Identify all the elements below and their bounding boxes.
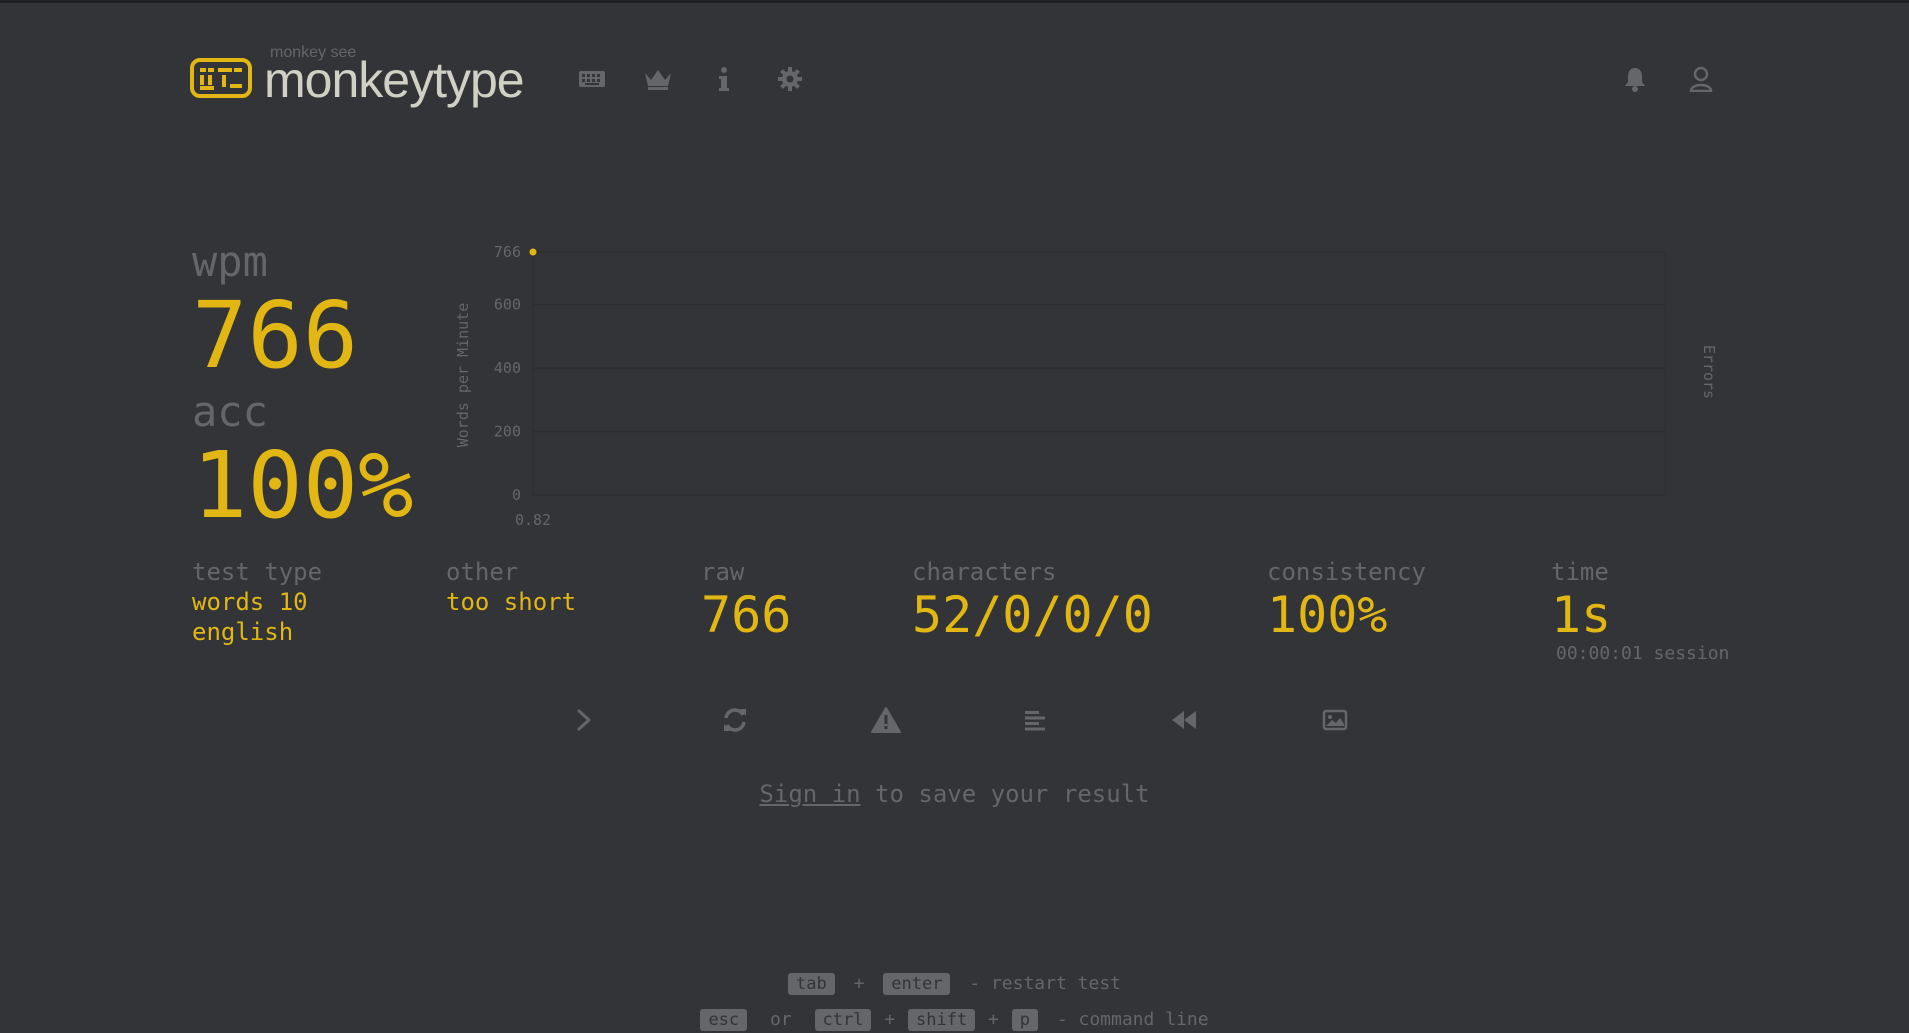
signin-text: to save your result: [860, 780, 1150, 808]
replay-icon: [1172, 711, 1196, 729]
restart-hint: tab + enter - restart test: [0, 973, 1909, 995]
chart-grid: [532, 251, 1666, 496]
test-type-label: test type: [192, 558, 323, 586]
restart-hint-text: - restart test: [969, 973, 1121, 994]
plus-sign: +: [884, 1009, 896, 1030]
signin-link[interactable]: Sign in: [759, 780, 860, 808]
time-stat: time 1s 00:00:01 session: [1551, 557, 1729, 664]
key-shift: shift: [908, 1009, 976, 1031]
report-button[interactable]: [866, 700, 906, 740]
key-enter: enter: [883, 973, 951, 995]
key-tab: tab: [788, 973, 835, 995]
logo-icon[interactable]: [190, 58, 252, 98]
chart-frame: [532, 251, 1666, 496]
test-type-language: english: [192, 618, 294, 646]
next-test-button[interactable]: [564, 700, 604, 740]
time-value: 1s: [1551, 586, 1612, 644]
chart-y-ticks: 0 200 400 600 766: [494, 243, 521, 504]
replay-button[interactable]: [1165, 700, 1205, 740]
raw-value: 766: [701, 586, 792, 644]
key-ctrl: ctrl: [814, 1009, 872, 1031]
plus-sign: +: [853, 973, 865, 994]
user-icon[interactable]: [1686, 64, 1716, 94]
top-border: [0, 0, 1909, 3]
chart-y2-axis-label: Errors: [1700, 345, 1718, 399]
characters-stat: characters 52/0/0/0: [912, 557, 1153, 643]
chart-y-tick-label: 766: [494, 243, 521, 261]
raw-stat: raw 766: [701, 557, 791, 643]
key-p: p: [1011, 1009, 1038, 1031]
next-test-icon: [577, 709, 591, 731]
chart-x-ticks: 0.82: [515, 511, 551, 529]
crown-icon[interactable]: [643, 64, 673, 94]
header: monkey see monkeytype: [190, 40, 1720, 120]
time-session: 00:00:01 session: [1556, 643, 1730, 664]
warning-icon: [871, 707, 901, 733]
acc-stat: acc 100%: [192, 388, 414, 536]
plus-sign: +: [988, 1009, 999, 1030]
other-label: other: [446, 558, 519, 586]
chart-y-tick-label: 400: [494, 359, 521, 377]
restart-button[interactable]: [715, 700, 755, 740]
acc-label: acc: [192, 387, 268, 436]
info-icon[interactable]: [709, 64, 739, 94]
key-esc: esc: [700, 1009, 748, 1031]
logo-text[interactable]: monkeytype: [264, 50, 525, 110]
consistency-stat: consistency 100%: [1267, 557, 1426, 643]
wpm-stat: wpm 766: [192, 238, 358, 386]
chart-y-tick-label: 0: [512, 486, 521, 504]
acc-value: 100%: [192, 432, 414, 539]
consistency-value: 100%: [1267, 586, 1388, 644]
chart-point: [529, 248, 537, 256]
words-history-button[interactable]: [1015, 700, 1055, 740]
chart-y-tick-label: 600: [494, 296, 521, 314]
or-text: or: [770, 1009, 792, 1030]
screenshot-icon: [1322, 709, 1348, 731]
chart-y-axis-label: Words per Minute: [454, 303, 472, 448]
command-line-hint: esc or ctrl + shift + p - command line: [0, 1009, 1909, 1031]
gear-icon[interactable]: [775, 64, 805, 94]
bell-icon[interactable]: [1620, 64, 1650, 94]
other-value: too short: [446, 588, 577, 616]
command-line-hint-text: - command line: [1056, 1009, 1209, 1030]
signin-message: Sign in to save your result: [0, 780, 1909, 808]
chart-x-tick-label: 0.82: [515, 511, 551, 529]
screenshot-button[interactable]: [1315, 700, 1355, 740]
wpm-chart: 0 200 400 600 766 0.82 Words per Minute Erro…: [454, 243, 1718, 529]
wpm-label: wpm: [192, 237, 268, 286]
test-type-mode: words 10: [192, 588, 308, 616]
consistency-label: consistency: [1267, 558, 1426, 586]
chart-series: [529, 248, 537, 256]
other-stat: other too short: [446, 557, 576, 617]
characters-value: 52/0/0/0: [912, 586, 1153, 644]
words-history-icon: [1025, 711, 1045, 731]
characters-label: characters: [912, 558, 1057, 586]
raw-label: raw: [701, 558, 745, 586]
restart-icon: [724, 708, 746, 732]
chart-y-tick-label: 200: [494, 423, 521, 441]
keyboard-icon[interactable]: [577, 64, 607, 94]
wpm-value: 766: [192, 282, 359, 389]
test-type-stat: test type words 10 english: [192, 557, 322, 647]
time-label: time: [1551, 558, 1609, 586]
